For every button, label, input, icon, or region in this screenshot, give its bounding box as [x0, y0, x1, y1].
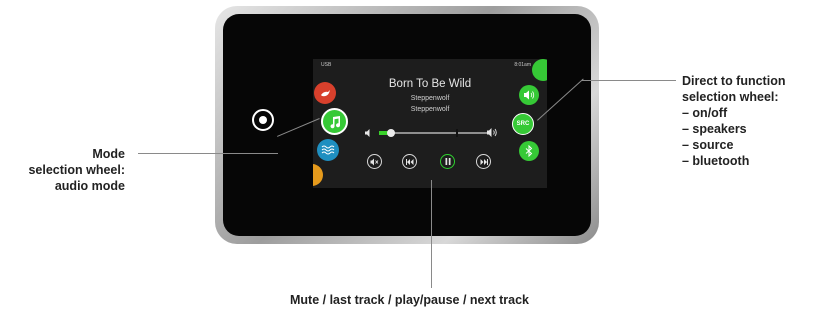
- direct-callout: Direct to function selection wheel: – on…: [682, 73, 785, 169]
- mute-icon: [370, 158, 379, 165]
- source-label: USB: [321, 62, 332, 68]
- waves-icon: [321, 145, 335, 155]
- clock: 8:01am: [514, 62, 531, 68]
- direct-callout-line-2: selection wheel:: [682, 90, 779, 104]
- function-wheel-speakers[interactable]: [519, 85, 539, 105]
- volume-low-icon[interactable]: [364, 128, 374, 138]
- volume-slider-track[interactable]: [379, 132, 487, 134]
- volume-high-icon[interactable]: [486, 127, 498, 138]
- power-icon: [259, 116, 267, 124]
- power-button[interactable]: [252, 109, 274, 131]
- bluetooth-icon: [525, 145, 533, 157]
- mode-wheel-audio[interactable]: [321, 108, 348, 135]
- direct-callout-line-3: – on/off: [682, 106, 728, 120]
- mode-callout-line: [138, 153, 278, 154]
- play-pause-icon: [445, 158, 450, 165]
- mode-wheel-water[interactable]: [317, 139, 339, 161]
- next-track-button[interactable]: [476, 154, 491, 169]
- mode-callout-line-1: Mode: [92, 147, 125, 161]
- music-note-icon: [330, 115, 340, 128]
- artist-name: Steppenwolf: [410, 95, 450, 102]
- play-pause-button[interactable]: [440, 154, 455, 169]
- direct-callout-line-4: – speakers: [682, 122, 747, 136]
- bottom-callout: Mute / last track / play/pause / next tr…: [290, 293, 529, 307]
- album-name: Steppenwolf: [410, 106, 450, 113]
- mode-wheel-light[interactable]: [313, 164, 323, 186]
- direct-callout-line-6: – bluetooth: [682, 154, 750, 168]
- song-title: Born To Be Wild: [388, 78, 472, 90]
- bottom-callout-line: [431, 180, 432, 288]
- previous-track-button[interactable]: [402, 154, 417, 169]
- previous-track-icon: [405, 158, 413, 165]
- function-wheel-power[interactable]: [532, 59, 547, 81]
- function-wheel-source[interactable]: SRC: [512, 113, 534, 135]
- mode-callout: Mode selection wheel: audio mode: [28, 146, 125, 194]
- mode-wheel-bird[interactable]: [314, 82, 336, 104]
- volume-slider-marker: [456, 129, 458, 137]
- direct-callout-line-5: – source: [682, 138, 734, 152]
- function-wheel-bluetooth[interactable]: [519, 141, 539, 161]
- mode-callout-line-3: audio mode: [54, 179, 125, 193]
- speaker-icon: [524, 90, 535, 100]
- mode-callout-line-2: selection wheel:: [28, 163, 125, 177]
- bird-icon: [321, 90, 330, 97]
- next-track-icon: [480, 158, 488, 165]
- direct-callout-line-1: Direct to function: [682, 74, 786, 88]
- direct-callout-line: [582, 80, 676, 81]
- touch-screen: USB 8:01am Born To Be Wild Steppenwolf S…: [313, 59, 547, 188]
- mute-button[interactable]: [367, 154, 382, 169]
- volume-slider-handle[interactable]: [387, 129, 395, 137]
